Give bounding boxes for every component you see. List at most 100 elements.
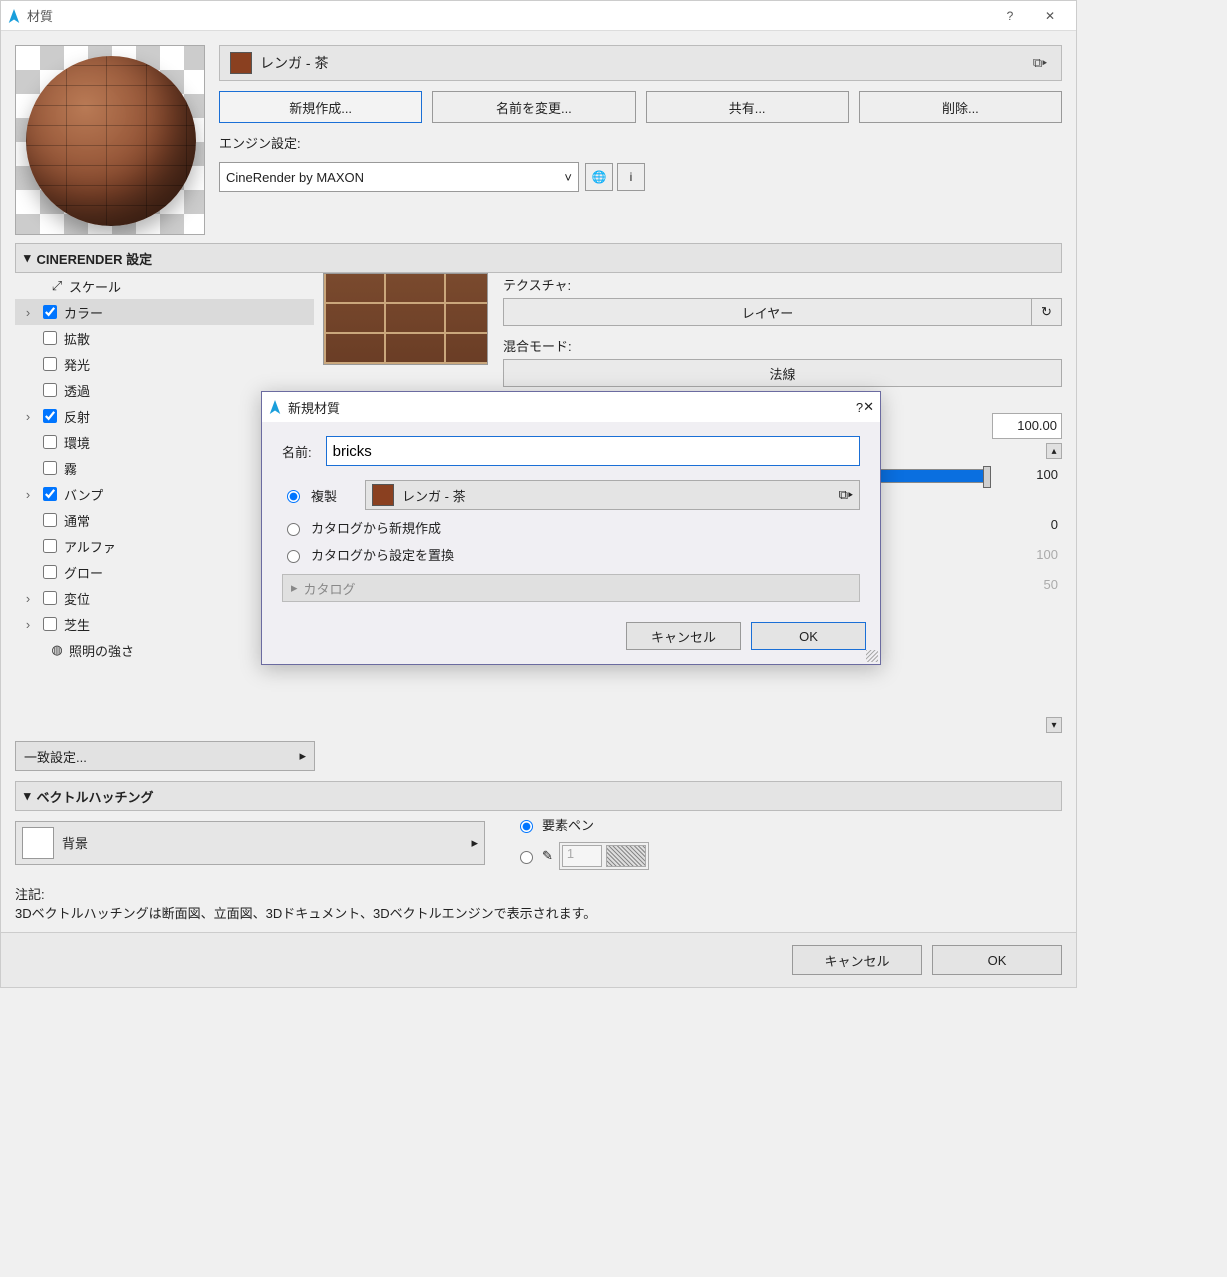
num-field-4[interactable]: 100	[992, 543, 1062, 569]
cinerender-section-header[interactable]: ▾ CINERENDER 設定	[15, 243, 1062, 273]
radio-custom-pen[interactable]	[520, 851, 533, 864]
checkbox-bump[interactable]	[43, 487, 57, 501]
radio-replace-catalog[interactable]	[287, 550, 300, 563]
pen-sample	[606, 845, 646, 867]
duplicate-source-bar[interactable]: レンガ - 茶 ⧉▸	[365, 480, 860, 510]
window-title: 材質	[27, 6, 990, 25]
tree-label: 霧	[64, 459, 77, 478]
radio-duplicate-label: 複製	[311, 486, 337, 505]
checkbox-grass[interactable]	[43, 617, 57, 631]
radio-duplicate[interactable]	[287, 490, 300, 503]
material-name-bar: レンガ - 茶 ⧉▸	[219, 45, 1062, 81]
triangle-down-icon: ▾	[24, 250, 31, 266]
app-icon	[7, 7, 21, 25]
material-swatch	[230, 52, 252, 74]
modal-name-input[interactable]	[326, 436, 860, 466]
dialog-cancel-button[interactable]: キャンセル	[792, 945, 922, 975]
triangle-right-icon: ▸	[471, 835, 478, 851]
modal-title: 新規材質	[288, 398, 340, 417]
material-dialog: 材質 ? ✕ レンガ - 茶 ⧉▸ 新規作成... 名前を変更... 共有...…	[0, 0, 1077, 988]
tree-label: カラー	[64, 303, 103, 322]
pen-picker[interactable]: 1	[559, 842, 649, 870]
tree-label: 反射	[64, 407, 90, 426]
num-field-3[interactable]: 0	[992, 513, 1062, 539]
radio-from-catalog-label: カタログから新規作成	[311, 518, 441, 537]
rename-button[interactable]: 名前を変更...	[432, 91, 635, 123]
num-field-5[interactable]: 50	[992, 573, 1062, 599]
texture-browse-icon[interactable]: ⧉▸	[1029, 52, 1051, 74]
pen-number[interactable]: 1	[562, 845, 602, 867]
triangle-down-icon: ▾	[24, 788, 31, 804]
checkbox-env[interactable]	[43, 435, 57, 449]
radio-element-pen-label: 要素ペン	[542, 815, 594, 834]
checkbox-disp[interactable]	[43, 591, 57, 605]
modal-ok-button[interactable]: OK	[751, 622, 866, 650]
triangle-right-icon: ▸	[291, 580, 298, 596]
texture-thumbnail	[323, 273, 488, 365]
num-field-2[interactable]: 100	[992, 463, 1062, 489]
triangle-right-icon: ▸	[299, 748, 306, 764]
checkbox-transparency[interactable]	[43, 383, 57, 397]
tree-item-diffuse[interactable]: 拡散	[15, 325, 314, 351]
scroll-down-button[interactable]: ▾	[1046, 717, 1062, 733]
checkbox-glow[interactable]	[43, 565, 57, 579]
material-swatch	[372, 484, 394, 506]
modal-name-label: 名前:	[282, 442, 312, 461]
tree-label: アルファ	[64, 537, 116, 556]
tree-label: 環境	[64, 433, 90, 452]
vector-hatch-label: ベクトルハッチング	[37, 787, 154, 806]
texture-value[interactable]: レイヤー	[503, 298, 1032, 326]
catalog-header[interactable]: ▸ カタログ	[282, 574, 860, 602]
radio-from-catalog[interactable]	[287, 523, 300, 536]
hatch-swatch	[22, 827, 54, 859]
catalog-header-label: カタログ	[304, 579, 356, 598]
vector-hatch-header[interactable]: ▾ ベクトルハッチング	[15, 781, 1062, 811]
share-button[interactable]: 共有...	[646, 91, 849, 123]
duplicate-source-name: レンガ - 茶	[402, 486, 831, 505]
engine-select[interactable]: CineRender by MAXON ˅	[219, 162, 579, 192]
checkbox-alpha[interactable]	[43, 539, 57, 553]
delete-button[interactable]: 削除...	[859, 91, 1062, 123]
engine-globe-button[interactable]: 🌐	[585, 163, 613, 191]
dialog-ok-button[interactable]: OK	[932, 945, 1062, 975]
pen-icon: ✎	[542, 848, 553, 864]
checkbox-diffuse[interactable]	[43, 331, 57, 345]
texture-browse-icon[interactable]: ⧉▸	[839, 487, 853, 503]
note-text: 3Dベクトルハッチングは断面図、立面図、3Dドキュメント、3Dベクトルエンジンで…	[15, 903, 1062, 922]
texture-menu-button[interactable]: ↻	[1032, 298, 1062, 326]
radio-element-pen[interactable]	[520, 820, 533, 833]
blend-label: 混合モード:	[503, 336, 1062, 355]
checkbox-color[interactable]	[43, 305, 57, 319]
tree-item-color[interactable]: ›カラー	[15, 299, 314, 325]
checkbox-reflect[interactable]	[43, 409, 57, 423]
checkbox-emission[interactable]	[43, 357, 57, 371]
resize-grip[interactable]	[866, 650, 878, 662]
hatch-dropdown-label: 背景	[62, 833, 463, 852]
tree-item-scale[interactable]: ⤢スケール	[15, 273, 314, 299]
modal-cancel-button[interactable]: キャンセル	[626, 622, 741, 650]
tree-label: 芝生	[64, 615, 90, 634]
blend-value[interactable]: 法線	[503, 359, 1062, 387]
close-button[interactable]: ✕	[1030, 1, 1070, 31]
tree-item-emission[interactable]: 発光	[15, 351, 314, 377]
engine-info-button[interactable]: i	[617, 163, 645, 191]
new-material-button[interactable]: 新規作成...	[219, 91, 422, 123]
material-preview	[15, 45, 205, 235]
radio-replace-catalog-label: カタログから設定を置換	[311, 545, 454, 564]
match-settings-label: 一致設定...	[24, 747, 87, 766]
scroll-up-button[interactable]: ▴	[1046, 443, 1062, 459]
modal-help-button[interactable]: ?	[856, 400, 863, 415]
material-name: レンガ - 茶	[260, 53, 1021, 73]
scale-icon: ⤢	[49, 278, 65, 294]
num-field-1[interactable]: 100.00	[992, 413, 1062, 439]
match-settings[interactable]: 一致設定... ▸	[15, 741, 315, 771]
titlebar: 材質 ? ✕	[1, 1, 1076, 31]
checkbox-fog[interactable]	[43, 461, 57, 475]
engine-select-value: CineRender by MAXON	[226, 170, 364, 185]
checkbox-normal[interactable]	[43, 513, 57, 527]
chevron-down-icon: ˅	[564, 170, 572, 185]
hatch-dropdown[interactable]: 背景 ▸	[15, 821, 485, 865]
modal-close-button[interactable]: ✕	[863, 399, 874, 415]
help-button[interactable]: ?	[990, 1, 1030, 31]
tree-label: 拡散	[64, 329, 90, 348]
